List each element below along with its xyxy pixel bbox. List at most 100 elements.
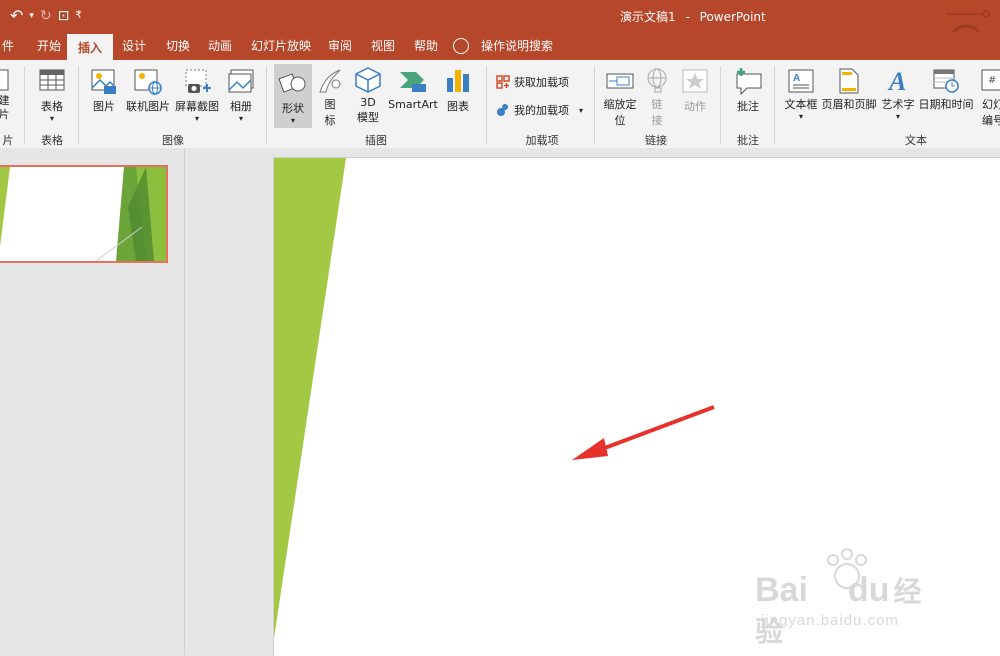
textbox-label: 文本框 bbox=[784, 98, 818, 111]
table-label: 表格 bbox=[41, 100, 63, 113]
chevron-down-icon: ▾ bbox=[895, 112, 900, 121]
smartart-label: SmartArt bbox=[388, 98, 438, 111]
table-icon bbox=[39, 69, 65, 91]
my-addins-button[interactable]: 我的加载项 ▾ bbox=[496, 102, 583, 118]
pictures-label: 图片 bbox=[93, 100, 115, 113]
tab-help[interactable]: 帮助 bbox=[403, 32, 449, 60]
link-icon bbox=[647, 68, 667, 93]
header-footer-label: 页眉和页脚 bbox=[821, 98, 877, 111]
link-label-1: 链 bbox=[651, 98, 663, 111]
chevron-down-icon: ▾ bbox=[290, 116, 295, 125]
addins-icon bbox=[497, 104, 508, 116]
icons-icon bbox=[319, 69, 341, 93]
slide-canvas[interactable]: Bai du 经验 jingyan.baidu.com bbox=[273, 157, 1000, 656]
chart-icon bbox=[447, 70, 469, 92]
group-separator bbox=[266, 66, 267, 144]
group-label-comments: 批注 bbox=[737, 134, 759, 147]
watermark-brand-1: Bai bbox=[755, 571, 808, 609]
screenshot-icon bbox=[185, 69, 211, 93]
slide-number-icon: # bbox=[981, 69, 1000, 91]
quick-access-toolbar: ↶ ▾ ↻ ⊡ ₹ bbox=[10, 6, 82, 25]
my-addins-label: 我的加载项 bbox=[514, 104, 569, 117]
action-label: 动作 bbox=[684, 100, 706, 113]
chart-button[interactable]: 图表 bbox=[444, 68, 472, 114]
icons-button[interactable]: 图 标 bbox=[316, 68, 344, 128]
store-icon bbox=[496, 75, 510, 89]
tab-view[interactable]: 视图 bbox=[360, 32, 406, 60]
chevron-down-icon: ▾ bbox=[238, 114, 243, 123]
header-footer-button[interactable]: 页眉和页脚 bbox=[820, 68, 878, 112]
chevron-down-icon: ▾ bbox=[194, 114, 199, 123]
link-button[interactable]: 链 接 bbox=[642, 68, 672, 128]
screenshot-button[interactable]: 屏幕截图 ▾ bbox=[172, 68, 222, 123]
table-button[interactable]: 表格 ▾ bbox=[34, 68, 70, 123]
group-separator bbox=[78, 66, 79, 144]
calendar-icon bbox=[933, 69, 959, 93]
tab-home[interactable]: 开始 bbox=[26, 32, 72, 60]
baidu-watermark: Bai du 经验 jingyan.baidu.com bbox=[755, 548, 945, 647]
cube-icon bbox=[355, 67, 381, 93]
wordart-button[interactable]: A 艺术字 ▾ bbox=[878, 66, 918, 121]
group-label-links: 链接 bbox=[645, 134, 667, 147]
comment-label: 批注 bbox=[737, 100, 759, 113]
tab-design[interactable]: 设计 bbox=[111, 32, 157, 60]
new-slide-button[interactable]: 建 片 bbox=[0, 68, 14, 122]
watermark-url: jingyan.baidu.com bbox=[761, 612, 899, 629]
online-pictures-label: 联机图片 bbox=[126, 100, 170, 113]
ribbon-tabs: 件 开始 插入 设计 切换 动画 幻灯片放映 审阅 视图 帮助 操作说明搜索 bbox=[0, 32, 1000, 62]
group-label-images: 图像 bbox=[162, 134, 184, 147]
group-label-illustrations: 插图 bbox=[365, 134, 387, 147]
get-addins-label: 获取加载项 bbox=[514, 76, 569, 89]
3d-models-button[interactable]: 3D 模型 bbox=[352, 66, 384, 125]
new-slide-label: 建 片 bbox=[0, 94, 10, 121]
tab-file[interactable]: 件 bbox=[0, 32, 24, 60]
zoom-button[interactable]: 缩放定 位 bbox=[600, 68, 640, 128]
pictures-button[interactable]: 图片 bbox=[88, 68, 120, 114]
redo-icon[interactable]: ↻ bbox=[40, 8, 52, 24]
action-button[interactable]: 动作 bbox=[678, 68, 712, 114]
chevron-down-icon: ▾ bbox=[49, 114, 54, 123]
tab-animations[interactable]: 动画 bbox=[197, 32, 243, 60]
3d-models-label-1: 3D bbox=[360, 96, 376, 109]
wordart-label: 艺术字 bbox=[881, 98, 915, 111]
tab-transitions[interactable]: 切换 bbox=[155, 32, 201, 60]
slide-thumbnail[interactable] bbox=[0, 165, 168, 263]
comment-button[interactable]: 批注 bbox=[730, 66, 766, 114]
tab-review[interactable]: 审阅 bbox=[317, 32, 363, 60]
star-icon bbox=[682, 69, 708, 93]
group-separator bbox=[720, 66, 721, 144]
wordart-icon: A bbox=[887, 67, 906, 94]
photo-album-label: 相册 bbox=[230, 100, 252, 113]
textbox-button[interactable]: A 文本框 ▾ bbox=[780, 68, 822, 121]
date-time-button[interactable]: 日期和时间 bbox=[916, 68, 976, 112]
get-addins-button[interactable]: 获取加载项 bbox=[496, 74, 569, 90]
shapes-button[interactable]: 形状 ▾ bbox=[274, 64, 312, 128]
present-icon[interactable]: ⊡ bbox=[58, 8, 70, 24]
svg-text:A: A bbox=[887, 67, 906, 94]
shapes-icon bbox=[278, 73, 306, 93]
group-separator bbox=[594, 66, 595, 144]
textbox-icon: A bbox=[788, 69, 814, 93]
zoom-label-2: 位 bbox=[614, 114, 626, 127]
undo-dropdown-icon[interactable]: ▾ bbox=[29, 11, 34, 21]
watermark-brand-2: du bbox=[847, 571, 890, 609]
undo-icon[interactable]: ↶ bbox=[10, 6, 23, 25]
group-label-text: 文本 bbox=[905, 134, 927, 147]
lightbulb-icon bbox=[453, 38, 469, 54]
tab-slideshow[interactable]: 幻灯片放映 bbox=[240, 32, 322, 60]
slide-number-button[interactable]: # 幻灯 编号 bbox=[978, 68, 1000, 128]
customize-qat-icon[interactable]: ₹ bbox=[75, 10, 81, 21]
slide-thumbnail-preview bbox=[0, 167, 166, 261]
smartart-button[interactable]: SmartArt bbox=[386, 68, 440, 111]
online-pictures-button[interactable]: 联机图片 bbox=[124, 68, 172, 114]
zoom-icon bbox=[606, 73, 634, 89]
date-time-label: 日期和时间 bbox=[918, 98, 974, 111]
photo-album-button[interactable]: 相册 ▾ bbox=[224, 68, 258, 123]
smartart-icon bbox=[400, 72, 426, 92]
tab-insert[interactable]: 插入 bbox=[67, 32, 113, 62]
slide-thumbnail-pane[interactable] bbox=[0, 148, 185, 655]
svg-text:#: # bbox=[988, 75, 996, 86]
slide-number-label-2: 编号 bbox=[982, 114, 1000, 127]
tell-me-search[interactable]: 操作说明搜索 bbox=[469, 32, 565, 60]
new-slide-icon bbox=[0, 69, 9, 91]
